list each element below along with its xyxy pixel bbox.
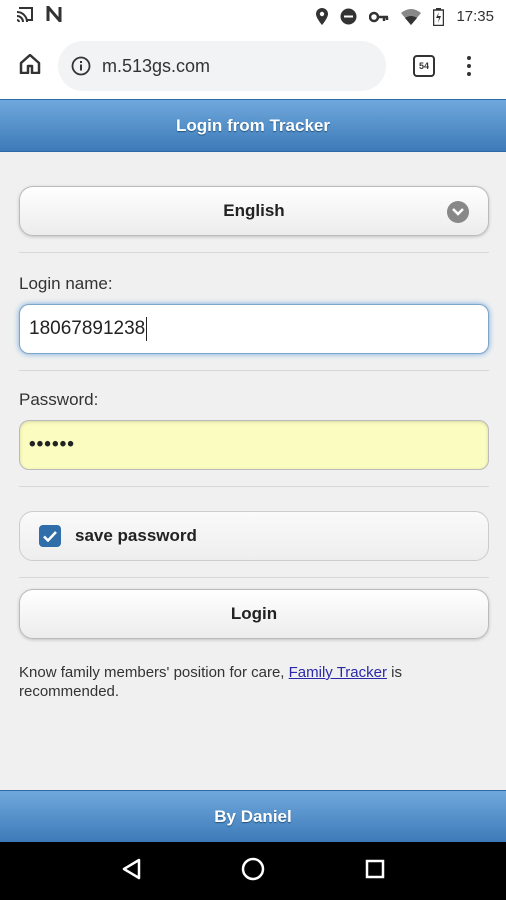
divider — [19, 577, 489, 578]
language-selected: English — [223, 201, 285, 220]
dnd-icon — [340, 8, 357, 25]
recents-icon — [365, 859, 385, 884]
save-password-label: save password — [75, 526, 197, 545]
key-icon — [369, 11, 389, 23]
login-button[interactable]: Login — [19, 589, 489, 639]
home-icon — [19, 53, 41, 79]
home-circle-icon — [241, 857, 265, 886]
tab-switcher-button[interactable]: 54 — [404, 46, 444, 86]
menu-dot-icon — [467, 56, 471, 60]
cast-icon — [16, 6, 34, 27]
n-notification-icon — [46, 2, 62, 27]
tab-count: 54 — [413, 55, 435, 77]
divider — [19, 370, 489, 371]
status-bar: 17:35 — [0, 0, 506, 33]
home-button[interactable] — [8, 44, 52, 88]
battery-icon — [433, 7, 445, 26]
location-icon — [316, 8, 329, 25]
url-bar[interactable]: m.513gs.com — [58, 41, 386, 91]
family-tracker-link[interactable]: Family Tracker — [289, 664, 387, 681]
info-icon[interactable] — [70, 55, 92, 77]
divider — [19, 486, 489, 487]
status-left — [16, 2, 62, 27]
overflow-menu-button[interactable] — [454, 44, 484, 88]
login-name-label: Login name: — [19, 274, 113, 293]
info-text: Know family members' position for care, … — [19, 663, 489, 701]
system-nav-bar — [0, 842, 506, 900]
status-right: 17:35 — [316, 7, 494, 26]
text-caret — [146, 317, 148, 341]
page-header: Login from Tracker — [0, 99, 506, 152]
page-footer: By Daniel — [0, 790, 506, 842]
url-text: m.513gs.com — [102, 55, 211, 76]
language-select[interactable]: English — [19, 186, 489, 236]
login-name-value: 18067891238 — [29, 318, 146, 339]
home-nav-button[interactable] — [233, 851, 273, 891]
back-icon — [121, 858, 141, 885]
login-form: English Login name: 18067891238 Password… — [0, 152, 506, 790]
page-title: Login from Tracker — [176, 115, 330, 135]
login-name-input[interactable]: 18067891238 — [19, 304, 489, 354]
recents-button[interactable] — [355, 851, 395, 891]
save-password-toggle[interactable]: save password — [19, 511, 489, 561]
password-label: Password: — [19, 390, 99, 409]
back-button[interactable] — [111, 851, 151, 891]
password-input[interactable]: •••••• — [19, 420, 489, 470]
menu-dot-icon — [467, 64, 471, 68]
wifi-icon — [401, 8, 422, 25]
info-prefix: Know family members' position for care, — [19, 664, 289, 681]
chevron-down-icon — [447, 201, 469, 223]
browser-toolbar: m.513gs.com 54 — [0, 33, 506, 99]
footer-text: By Daniel — [214, 806, 292, 826]
menu-dot-icon — [467, 72, 471, 76]
password-mask: •••••• — [29, 434, 75, 455]
save-password-checkbox[interactable] — [39, 525, 61, 547]
status-time: 17:35 — [456, 8, 494, 25]
divider — [19, 252, 489, 253]
